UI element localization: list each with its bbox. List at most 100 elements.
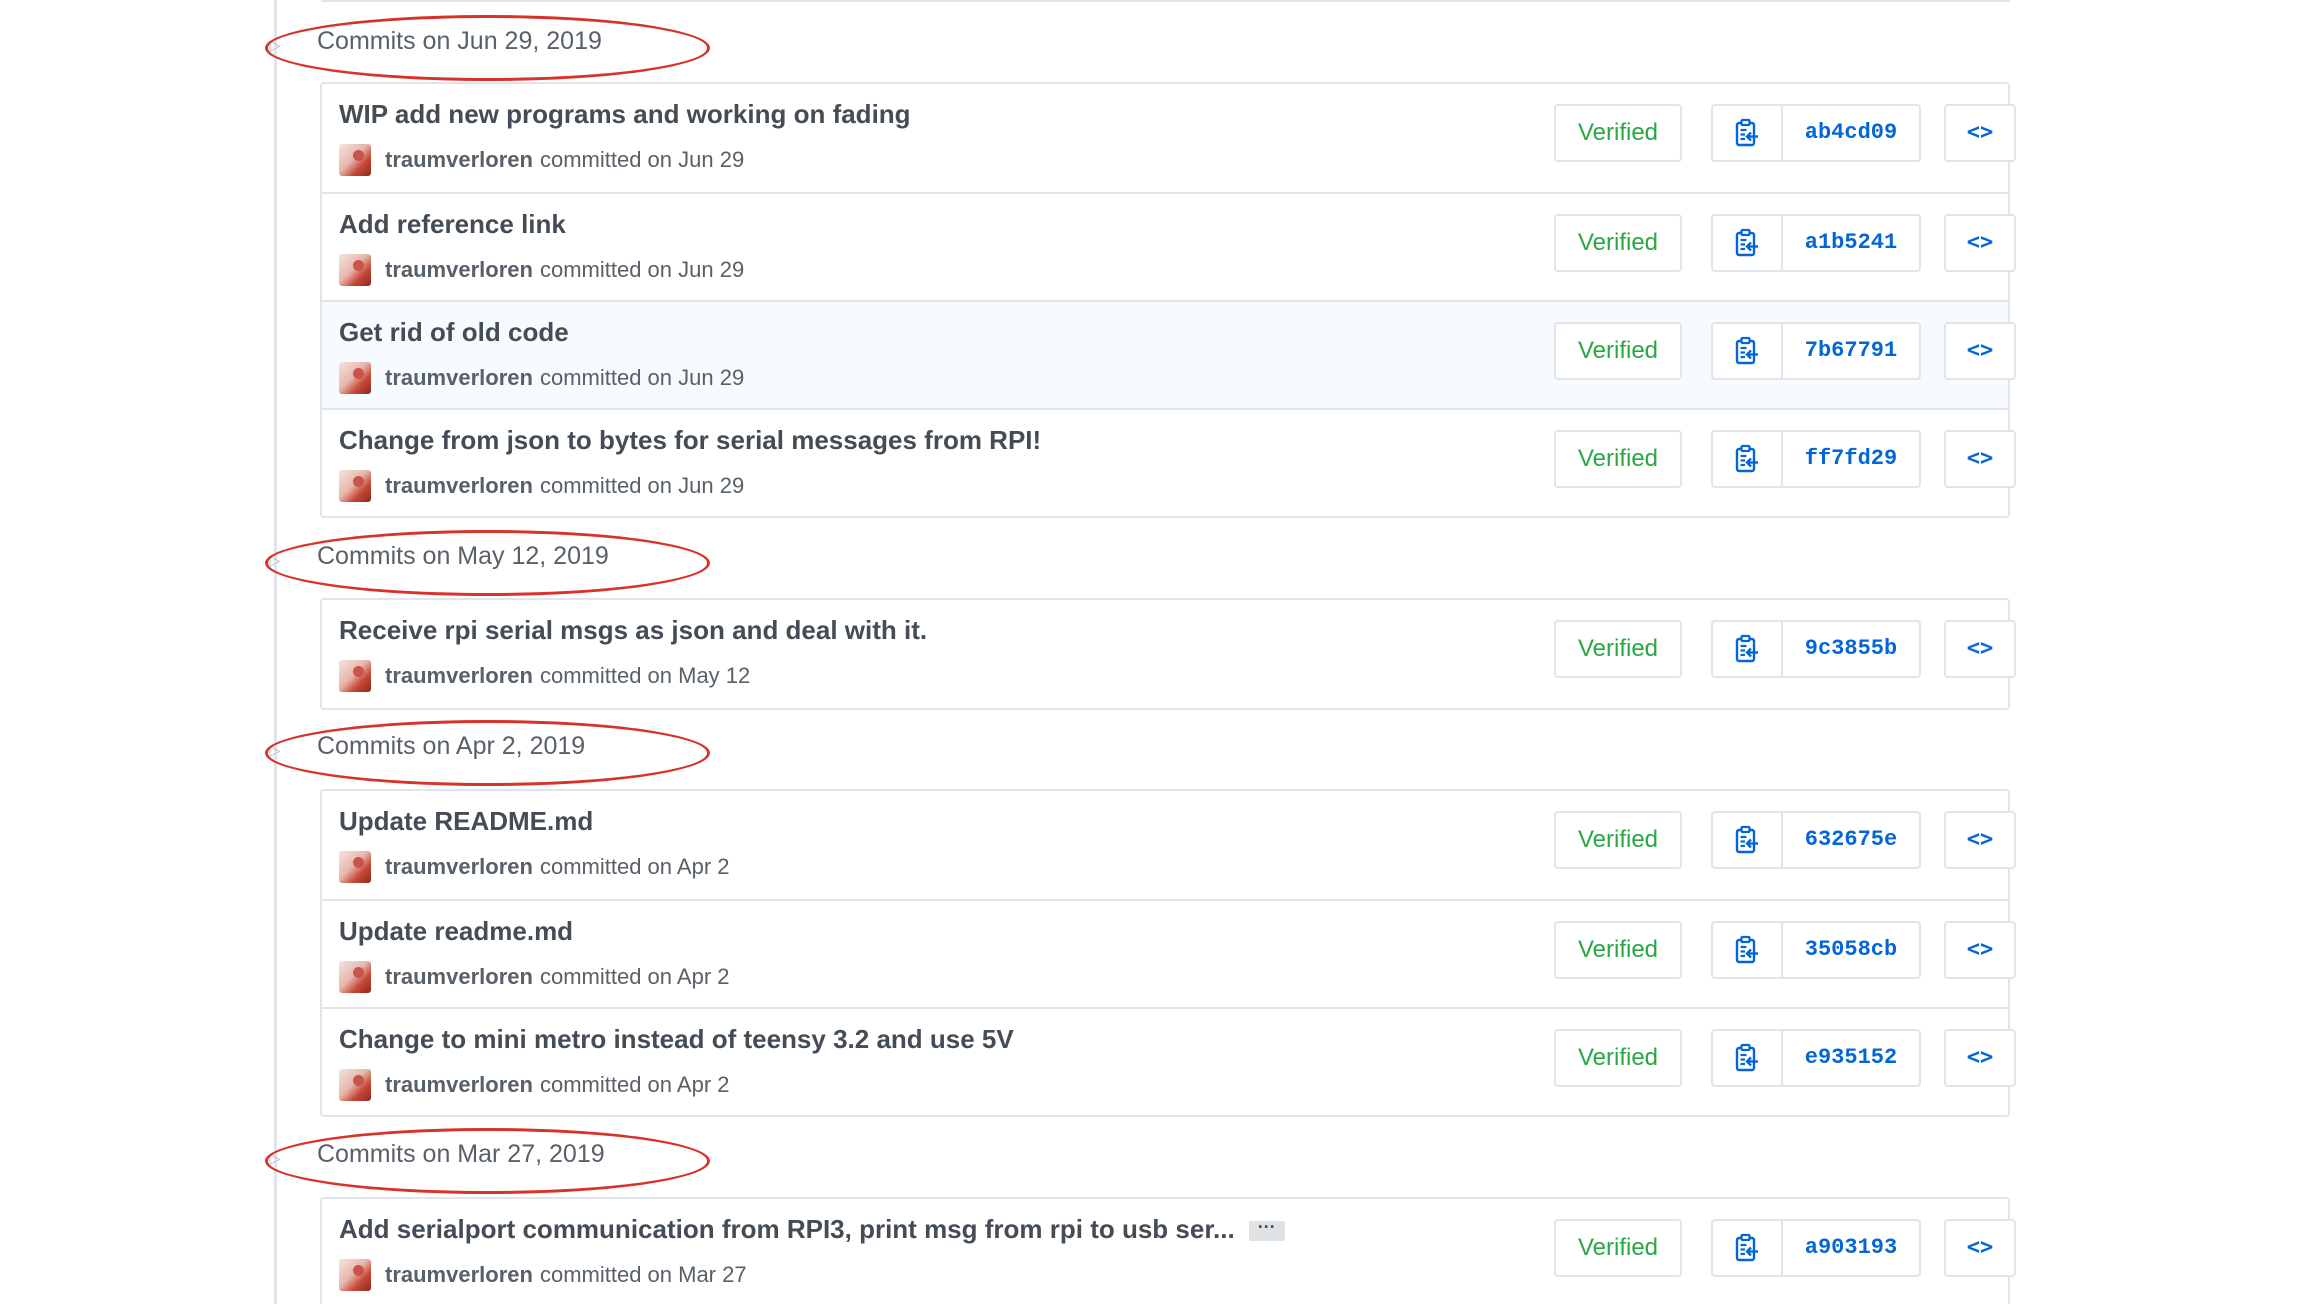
commit-meta: traumverloren committed on May 12 (339, 658, 750, 694)
commit-title-link[interactable]: Add reference link (339, 209, 566, 240)
clippy-icon (1735, 336, 1758, 365)
clippy-icon (1735, 634, 1758, 663)
commit-sha-link[interactable]: 9c3855b (1783, 620, 1921, 678)
user-avatar[interactable] (339, 254, 371, 286)
verified-badge[interactable]: Verified (1554, 620, 1682, 678)
user-avatar[interactable] (339, 851, 371, 883)
commit-author-link[interactable]: traumverloren (385, 473, 533, 499)
user-avatar[interactable] (339, 1069, 371, 1101)
commit-meta: traumverloren committed on Apr 2 (339, 1067, 730, 1103)
browse-repo-button[interactable]: <> (1944, 1029, 2016, 1087)
commit-author-link[interactable]: traumverloren (385, 365, 533, 391)
verified-badge[interactable]: Verified (1554, 214, 1682, 272)
commit-title-link[interactable]: WIP add new programs and working on fadi… (339, 99, 911, 130)
verified-badge[interactable]: Verified (1554, 1029, 1682, 1087)
verified-badge[interactable]: Verified (1554, 1219, 1682, 1277)
commit-title-link[interactable]: Change from json to bytes for serial mes… (339, 425, 1041, 456)
browse-repo-button[interactable]: <> (1944, 1219, 2016, 1277)
commit-row: Update readme.md traumverloren committed… (322, 899, 2016, 1007)
user-avatar[interactable] (339, 470, 371, 502)
browse-repo-button[interactable]: <> (1944, 104, 2016, 162)
commit-date-text: committed on Jun 29 (539, 365, 745, 390)
browse-repo-button[interactable]: <> (1944, 620, 2016, 678)
commit-date-text: committed on Apr 2 (539, 1072, 730, 1097)
commit-title-link[interactable]: Receive rpi serial msgs as json and deal… (339, 615, 927, 646)
commit-sha-link[interactable]: e935152 (1783, 1029, 1921, 1087)
commit-row: Get rid of old code traumverloren commit… (322, 300, 2016, 408)
copy-sha-button[interactable] (1711, 1029, 1783, 1087)
browse-repo-button[interactable]: <> (1944, 921, 2016, 979)
commit-title-link[interactable]: Get rid of old code (339, 317, 569, 348)
verified-badge[interactable]: Verified (1554, 430, 1682, 488)
copy-sha-button[interactable] (1711, 322, 1783, 380)
commit-meta: traumverloren committed on Apr 2 (339, 959, 730, 995)
verified-badge[interactable]: Verified (1554, 322, 1682, 380)
commit-sha-link[interactable]: 35058cb (1783, 921, 1921, 979)
commit-date-text: committed on Apr 2 (539, 964, 730, 989)
commit-row: WIP add new programs and working on fadi… (322, 84, 2016, 192)
commit-author-link[interactable]: traumverloren (385, 854, 533, 880)
commit-sha-link[interactable]: ab4cd09 (1783, 104, 1921, 162)
copy-sha-button[interactable] (1711, 214, 1783, 272)
user-avatar[interactable] (339, 961, 371, 993)
commit-date-text: committed on Mar 27 (539, 1262, 747, 1287)
browse-repo-button[interactable]: <> (1944, 430, 2016, 488)
commit-row: Add serialport communication from RPI3, … (322, 1199, 2016, 1304)
commit-sha-link[interactable]: 632675e (1783, 811, 1921, 869)
user-avatar[interactable] (339, 660, 371, 692)
commit-row: Update README.md traumverloren committed… (322, 791, 2016, 899)
user-avatar[interactable] (339, 1259, 371, 1291)
commit-author-link[interactable]: traumverloren (385, 964, 533, 990)
commit-author-link[interactable]: traumverloren (385, 1262, 533, 1288)
user-avatar[interactable] (339, 362, 371, 394)
commit-title-link[interactable]: Update README.md (339, 806, 593, 837)
red-annotation-ellipse (265, 1128, 710, 1194)
copy-sha-button[interactable] (1711, 921, 1783, 979)
clippy-icon (1735, 1233, 1758, 1262)
commit-author-link[interactable]: traumverloren (385, 147, 533, 173)
commit-meta: traumverloren committed on Jun 29 (339, 142, 744, 178)
copy-sha-button[interactable] (1711, 104, 1783, 162)
clippy-icon (1735, 825, 1758, 854)
clippy-icon (1735, 444, 1758, 473)
commit-date-text: committed on Jun 29 (539, 473, 745, 498)
commit-title-link[interactable]: Change to mini metro instead of teensy 3… (339, 1024, 1014, 1055)
copy-sha-button[interactable] (1711, 811, 1783, 869)
commit-author-link[interactable]: traumverloren (385, 663, 533, 689)
user-avatar[interactable] (339, 144, 371, 176)
commit-date-text: committed on Jun 29 (539, 147, 745, 172)
sha-button-group: ab4cd09 (1711, 104, 1921, 162)
commit-sha-link[interactable]: a903193 (1783, 1219, 1921, 1277)
sha-button-group: 7b67791 (1711, 322, 1921, 380)
copy-sha-button[interactable] (1711, 620, 1783, 678)
top-divider (321, 0, 2010, 2)
expand-message-button[interactable]: ··· (1248, 1218, 1285, 1242)
commit-list: Receive rpi serial msgs as json and deal… (320, 598, 2016, 710)
commit-meta: traumverloren committed on Apr 2 (339, 849, 730, 885)
commit-author-link[interactable]: traumverloren (385, 1072, 533, 1098)
browse-repo-button[interactable]: <> (1944, 322, 2016, 380)
verified-badge[interactable]: Verified (1554, 811, 1682, 869)
copy-sha-button[interactable] (1711, 1219, 1783, 1277)
commit-group-header: ▷ Commits on Apr 2, 2019 (265, 720, 745, 786)
browse-repo-button[interactable]: <> (1944, 214, 2016, 272)
commit-author-link[interactable]: traumverloren (385, 257, 533, 283)
commit-row: Change to mini metro instead of teensy 3… (322, 1007, 2016, 1115)
browse-repo-button[interactable]: <> (1944, 811, 2016, 869)
commit-title-link[interactable]: Update readme.md (339, 916, 573, 947)
commit-list: WIP add new programs and working on fadi… (320, 82, 2016, 518)
commit-meta: traumverloren committed on Jun 29 (339, 468, 744, 504)
clippy-icon (1735, 935, 1758, 964)
commit-sha-link[interactable]: 7b67791 (1783, 322, 1921, 380)
commit-date-text: committed on Apr 2 (539, 854, 730, 879)
verified-badge[interactable]: Verified (1554, 921, 1682, 979)
commit-group-header: ▷ Commits on May 12, 2019 (265, 530, 745, 596)
commit-title-text[interactable]: Add serialport communication from RPI3, … (339, 1214, 1235, 1244)
sha-button-group: 632675e (1711, 811, 1921, 869)
commit-sha-link[interactable]: a1b5241 (1783, 214, 1921, 272)
copy-sha-button[interactable] (1711, 430, 1783, 488)
commit-row: Receive rpi serial msgs as json and deal… (322, 600, 2016, 708)
commit-sha-link[interactable]: ff7fd29 (1783, 430, 1921, 488)
verified-badge[interactable]: Verified (1554, 104, 1682, 162)
commit-title-link[interactable]: Add serialport communication from RPI3, … (339, 1214, 1285, 1245)
